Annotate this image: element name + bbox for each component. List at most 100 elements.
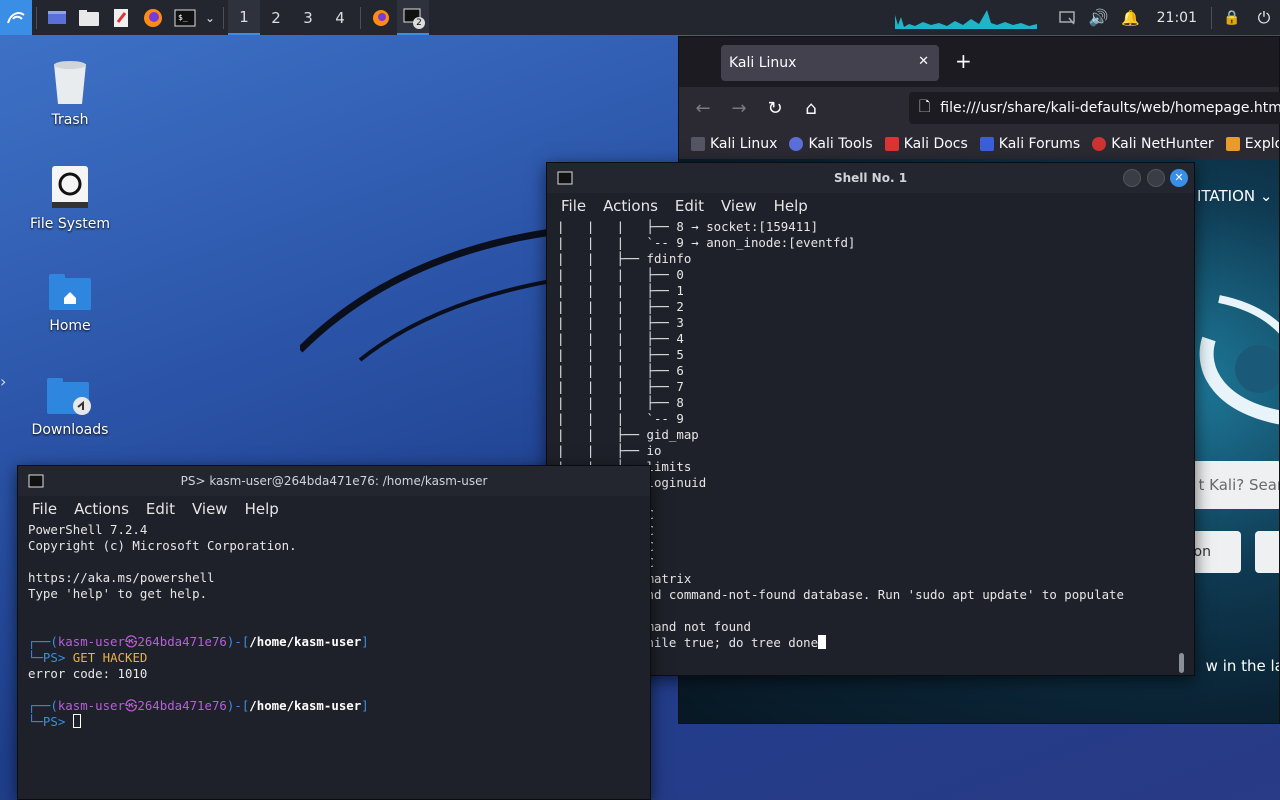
reload-button[interactable]: ↻: [757, 98, 793, 119]
minimize-button[interactable]: [1123, 169, 1141, 187]
folder-icon: [79, 9, 99, 26]
tab-kali-linux[interactable]: Kali Linux ✕: [721, 45, 939, 81]
shell-output-line: | | | ├── 6: [557, 363, 684, 378]
menu-help[interactable]: Help: [774, 197, 808, 215]
show-desktop-button[interactable]: [41, 0, 73, 35]
kali-dragon-icon: [691, 137, 705, 151]
firefox-icon: [144, 8, 162, 27]
bookmark-kali-nethunter[interactable]: Kali NetHunter: [1092, 136, 1214, 152]
chevron-down-icon: ⌄: [204, 10, 216, 25]
file-manager-launcher[interactable]: [73, 0, 105, 35]
text-cursor: [818, 635, 827, 649]
menu-view[interactable]: View: [192, 500, 228, 518]
bookmark-kali-linux[interactable]: Kali Linux: [691, 136, 777, 152]
back-button[interactable]: ←: [685, 98, 721, 119]
maximize-button[interactable]: [1147, 169, 1165, 187]
chevron-down-icon: ⌄: [1259, 187, 1273, 205]
workspace-4[interactable]: 4: [324, 0, 356, 35]
desktop-icon-label: File System: [29, 216, 111, 232]
shell-output-line: | | | ├── 5: [557, 347, 684, 362]
workspace-3[interactable]: 3: [292, 0, 324, 35]
chevron-right-icon: ›: [0, 372, 7, 391]
nav-documentation-link[interactable]: ITATION ⌄: [1197, 187, 1273, 205]
firefox-launcher[interactable]: [137, 0, 169, 35]
bookmark-label: Kali Forums: [998, 136, 1081, 152]
url-bar[interactable]: 🗋 file:///usr/share/kali-defaults/web/ho…: [909, 92, 1280, 124]
volume-button[interactable]: 🔊: [1083, 0, 1115, 35]
bookmark-kali-docs[interactable]: Kali Docs: [884, 136, 968, 152]
shell-output-line: | | | ├── 1: [557, 283, 684, 298]
menu-edit[interactable]: Edit: [675, 197, 704, 215]
trash-icon: [54, 61, 86, 104]
text-editor-icon: [114, 8, 128, 27]
shell-output-line: | | ├── gid_map: [557, 427, 699, 442]
taskbar-firefox[interactable]: [365, 0, 397, 35]
menu-view[interactable]: View: [721, 197, 757, 215]
power-button[interactable]: ⏻: [1248, 0, 1280, 35]
desktop-icon-downloads[interactable]: Downloads: [15, 376, 125, 438]
desktop-icon-home[interactable]: Home: [15, 272, 125, 334]
top-panel: $_ ⌄ 1 2 3 4 2 🔊 🔔 21:01 🔒 ⏻: [0, 0, 1280, 35]
workspace-2[interactable]: 2: [260, 0, 292, 35]
terminal-dropdown[interactable]: ⌄: [201, 0, 219, 35]
bookmarks-toolbar: Kali Linux Kali Tools Kali Docs Kali For…: [679, 129, 1279, 159]
desktop-icon-trash[interactable]: Trash: [15, 60, 125, 128]
taskbar-terminals[interactable]: 2: [397, 0, 429, 35]
bookmark-label: Kali Linux: [710, 136, 778, 152]
kali-secondary-button[interactable]: [1255, 531, 1279, 573]
kali-forums-icon: [979, 137, 994, 151]
shell-output-line: | | | ├── 8 → socket:[159411]: [557, 219, 819, 234]
kali-dragon-icon: [7, 11, 25, 23]
menu-file[interactable]: File: [32, 500, 57, 518]
drive-icon: [52, 166, 88, 208]
menu-help[interactable]: Help: [245, 500, 279, 518]
workspace-1[interactable]: 1: [228, 0, 260, 35]
bookmark-kali-forums[interactable]: Kali Forums: [979, 136, 1081, 152]
notifications-button[interactable]: 🔔: [1115, 0, 1147, 35]
window-count-badge: 2: [413, 17, 425, 29]
menu-actions[interactable]: Actions: [74, 500, 129, 518]
panel-clock[interactable]: 21:01: [1157, 10, 1197, 26]
powershell-terminal-window: PS> kasm-user@264bda471e76: /home/kasm-u…: [17, 465, 651, 800]
text-cursor: [72, 714, 81, 728]
bookmark-label: Kali NetHunter: [1111, 136, 1214, 152]
menu-actions[interactable]: Actions: [603, 197, 658, 215]
close-button[interactable]: ✕: [1170, 169, 1188, 187]
shell-scrollbar[interactable]: [1179, 653, 1184, 673]
kali-docs-icon: [884, 137, 899, 151]
shell-output-line: | | ├── io: [557, 443, 662, 458]
display-settings-button[interactable]: [1051, 0, 1083, 35]
bookmark-label: Kali Tools: [808, 136, 873, 152]
close-tab-icon[interactable]: ✕: [918, 54, 929, 69]
desktop-icon-file-system[interactable]: File System: [15, 164, 125, 232]
kali-tools-icon: [789, 137, 804, 151]
desktop-icon-label: Trash: [51, 112, 89, 128]
plus-icon: +: [955, 49, 972, 73]
powershell-titlebar[interactable]: PS> kasm-user@264bda471e76: /home/kasm-u…: [18, 466, 650, 496]
powershell-menubar: File Actions Edit View Help: [18, 496, 650, 522]
menu-edit[interactable]: Edit: [146, 500, 175, 518]
tab-title: Kali Linux: [729, 55, 797, 71]
network-activity-graph: [894, 6, 1037, 29]
shell-output-line: | | | `-- 9 → anon_inode:[eventfd]: [557, 235, 856, 250]
bookmark-exploit-db[interactable]: Exploit-: [1225, 136, 1279, 152]
tab-strip: Kali Linux ✕ +: [679, 37, 1279, 87]
side-panel-expand[interactable]: ›: [0, 372, 14, 396]
forward-button[interactable]: →: [721, 98, 757, 119]
power-icon: ⏻: [1257, 7, 1271, 27]
menu-file[interactable]: File: [561, 197, 586, 215]
shell-output-line: | | | ├── 3: [557, 315, 684, 330]
powershell-output[interactable]: PowerShell 7.2.4 Copyright (c) Microsoft…: [18, 522, 650, 730]
shell-output-line: | | | ├── 8: [557, 395, 684, 410]
new-tab-button[interactable]: +: [955, 49, 972, 73]
lock-screen-button[interactable]: 🔒: [1216, 0, 1248, 35]
text-editor-launcher[interactable]: [105, 0, 137, 35]
bookmark-kali-tools[interactable]: Kali Tools: [789, 136, 873, 152]
home-button[interactable]: ⌂: [793, 98, 829, 119]
bookmark-label: Exploit-: [1244, 136, 1279, 152]
downloads-folder-icon: [47, 378, 91, 415]
shell-titlebar[interactable]: Shell No. 1 ✕: [547, 163, 1194, 193]
kali-menu-button[interactable]: [0, 0, 32, 35]
home-folder-icon: [49, 274, 91, 310]
terminal-launcher[interactable]: $_: [169, 0, 201, 35]
